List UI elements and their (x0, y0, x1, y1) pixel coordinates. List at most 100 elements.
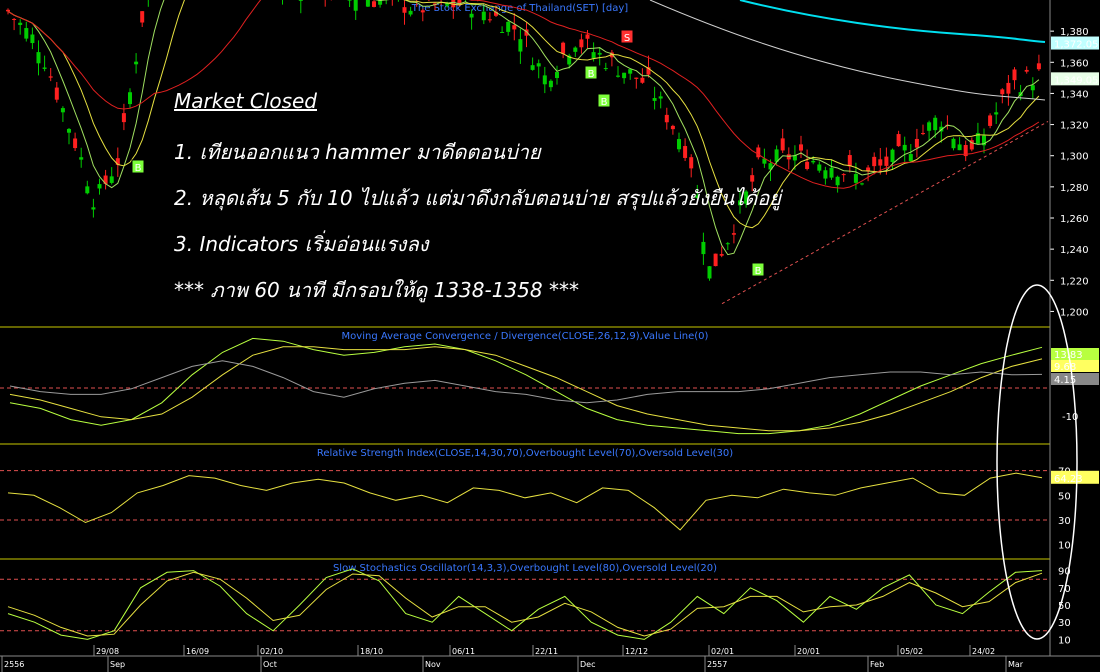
candle-body (500, 32, 505, 34)
long-ma-value-label: 1,372.05 (1054, 40, 1099, 51)
stoch-axis-tick: 10 (1058, 635, 1071, 646)
price-axis-tick: 1,340 (1060, 89, 1089, 100)
candle-body (823, 170, 828, 179)
candle-body (36, 52, 41, 64)
candle-body (85, 186, 90, 194)
candle-body (573, 47, 578, 52)
candle-body (42, 67, 47, 69)
x-axis-date-label: 29/08 (96, 647, 119, 656)
candle-body (1000, 89, 1005, 95)
candle-body (372, 1, 376, 7)
candle-body (67, 128, 71, 133)
rsi-axis-tick: 50 (1058, 491, 1071, 502)
candle-body (750, 175, 755, 182)
candle-body (719, 254, 724, 256)
candle-body (884, 156, 889, 166)
candle-body (677, 139, 681, 150)
rsi-panel-title: Relative Strength Index(CLOSE,14,30,70),… (317, 448, 733, 459)
candle-body (652, 98, 657, 101)
candle-body (957, 144, 962, 151)
stoch-panel-title: Slow Stochastics Oscillator(14,3,3),Over… (333, 563, 717, 574)
candle-body (805, 161, 810, 170)
candle-body (921, 133, 925, 135)
rsi-series-line (7, 472, 1043, 531)
candle-body (347, 0, 352, 1)
candle-body (365, 0, 370, 7)
candle-body (817, 164, 822, 171)
buy-signal-label: B (588, 69, 595, 80)
x-axis-month-label: Dec (580, 660, 595, 669)
x-axis-date-label: 16/09 (186, 647, 209, 656)
candle-body (664, 114, 669, 123)
candle-body (18, 22, 23, 25)
ma-longest-line (739, 0, 1046, 43)
candle-body (683, 146, 688, 158)
x-axis-date-label: 02/01 (711, 647, 734, 656)
x-axis-date-label: 22/11 (535, 647, 558, 656)
x-axis-date-label: 12/12 (625, 647, 648, 656)
candle-body (530, 65, 535, 70)
candle-body (1006, 82, 1011, 94)
candle-body (713, 253, 718, 267)
candle-body (799, 144, 803, 151)
buy-signal-label: B (755, 266, 762, 277)
candle-body (518, 39, 523, 52)
candle-body (402, 7, 407, 13)
x-axis-date-label: 05/02 (900, 647, 923, 656)
candle-body (555, 71, 559, 79)
x-axis-month-label: 2557 (707, 660, 727, 669)
stock-chart-canvas[interactable]: 1,200 1,220 1,240 1,260 1,280 1,300 1,320 1,340… (0, 0, 1100, 672)
x-axis-month-label: Nov (425, 660, 441, 669)
candle-body (6, 9, 10, 12)
candle-body (835, 176, 840, 186)
candle-body (640, 77, 645, 83)
x-axis-month-label: 2556 (4, 660, 24, 669)
candle-body (658, 96, 663, 99)
candle-body (896, 134, 901, 147)
x-axis-month-label: Oct (263, 660, 277, 669)
candle-body (628, 69, 633, 74)
price-axis-tick: 1,380 (1060, 27, 1089, 38)
x-axis-month-label: Sep (110, 660, 125, 669)
candle-body (902, 144, 907, 151)
candle-body (872, 156, 877, 167)
last-close-label: 1,349.05 (1054, 75, 1099, 86)
candle-body (811, 160, 816, 163)
candle-body (420, 10, 425, 13)
annotation-line-3: 3. Indicators เริ่มอ่อนแรงลง (174, 232, 429, 256)
candle-body (109, 176, 114, 183)
candle-body (561, 42, 566, 54)
buy-signal-label: B (601, 97, 608, 108)
stoch-series-line (7, 571, 1043, 637)
candle-body (689, 157, 694, 169)
macd-series-line (9, 360, 1043, 404)
candle-body (54, 87, 59, 100)
candle-body (951, 138, 956, 149)
candle-body (933, 117, 938, 131)
stock-chart-window: 1,200 1,220 1,240 1,260 1,280 1,300 1,320 1,340… (0, 0, 1100, 672)
candle-body (73, 138, 78, 149)
candle-body (616, 75, 620, 77)
price-axis-tick: 1,320 (1060, 121, 1089, 132)
candle-body (487, 19, 492, 21)
candle-body (927, 122, 932, 131)
candle-body (1012, 69, 1017, 81)
macd-series-line (9, 337, 1043, 435)
x-axis-month-label: Mar (1008, 660, 1024, 669)
rsi-axis-tick: 10 (1058, 541, 1071, 552)
price-axis-tick: 1,200 (1060, 307, 1089, 318)
candle-body (860, 183, 864, 185)
candle-body (134, 61, 139, 65)
candle-body (603, 68, 608, 70)
candle-body (408, 10, 413, 15)
candle-body (914, 138, 919, 148)
candle-body (298, 0, 303, 1)
rsi-value-label: 64.23 (1054, 474, 1083, 485)
candle-body (725, 243, 730, 245)
candle-body (128, 92, 132, 105)
ma-long-line (649, 0, 1046, 101)
ma-fast-line (7, 0, 1040, 256)
candle-body (847, 155, 852, 167)
highlight-ellipse (996, 284, 1078, 640)
candle-body (1024, 69, 1029, 72)
